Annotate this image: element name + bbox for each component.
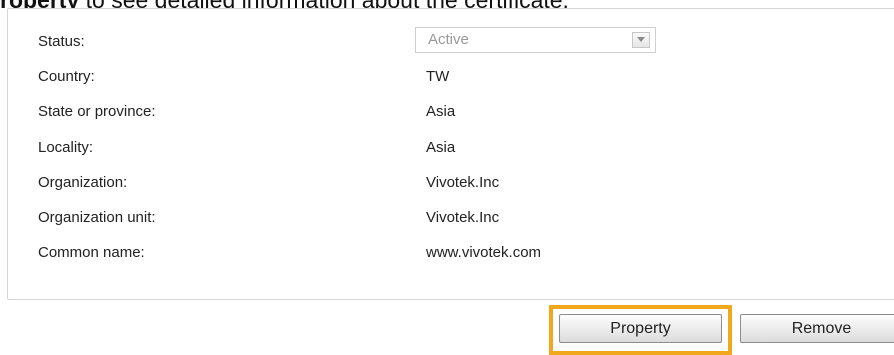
organization-value: Vivotek.Inc [426, 174, 500, 191]
common-name-label: Common name: [38, 244, 145, 261]
state-label: State or province: [38, 103, 156, 120]
country-value: TW [426, 68, 450, 85]
organization-unit-label: Organization unit: [38, 209, 156, 226]
status-label: Status: [38, 33, 85, 50]
status-select[interactable]: Active [415, 27, 656, 53]
chevron-down-icon[interactable] [632, 32, 650, 48]
status-select-value: Active [428, 31, 469, 48]
organization-label: Organization: [38, 174, 128, 191]
country-label: Country: [38, 68, 95, 85]
state-value: Asia [426, 103, 456, 120]
organization-unit-value: Vivotek.Inc [426, 209, 500, 226]
locality-label: Locality: [38, 139, 94, 156]
property-button[interactable]: Property [559, 314, 722, 343]
remove-button[interactable]: Remove [740, 314, 894, 343]
common-name-value: www.vivotek.com [426, 244, 542, 261]
locality-value: Asia [426, 139, 456, 156]
certificate-info-panel: Status: Active Country: TW State or prov… [7, 8, 894, 300]
